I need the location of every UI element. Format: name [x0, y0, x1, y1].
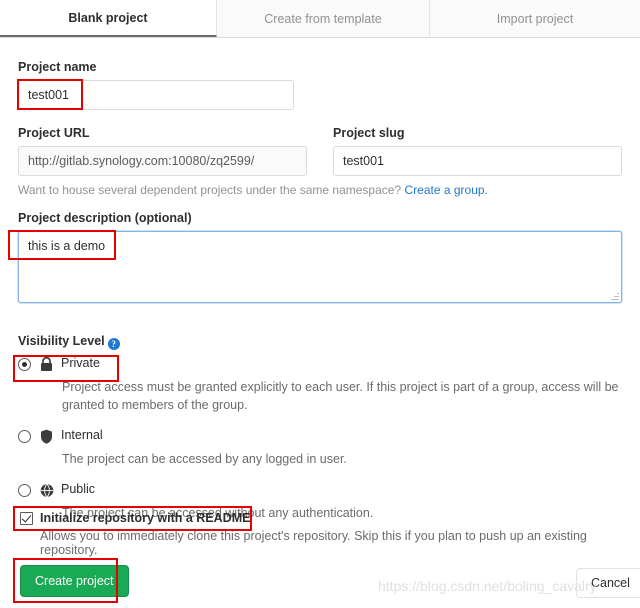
project-description-textarea[interactable]: this is a demo [18, 231, 622, 303]
create-project-button-inner[interactable]: Create project [20, 565, 129, 597]
create-project-page: Blank project Create from template Impor… [0, 0, 640, 608]
project-name-input[interactable]: test001 [18, 80, 294, 110]
radio-public[interactable] [18, 484, 31, 497]
tab-import-project[interactable]: Import project [430, 0, 640, 37]
radio-private[interactable] [18, 358, 31, 371]
create-project-button[interactable]: Create project [20, 565, 129, 597]
project-url-value: http://gitlab.synology.com:10080/zq2599/ [28, 154, 254, 168]
project-slug-group: Project slug test001 [333, 126, 622, 176]
create-project-label: Create project [35, 574, 114, 588]
visibility-internal-description: The project can be accessed by any logge… [62, 450, 622, 468]
project-description-group: Project description (optional) this is a… [18, 211, 622, 303]
project-url-input[interactable]: http://gitlab.synology.com:10080/zq2599/ [18, 146, 307, 176]
readme-checkbox-row[interactable]: Initialize repository with a README [20, 511, 624, 525]
project-type-tabs: Blank project Create from template Impor… [0, 0, 640, 38]
globe-icon [40, 483, 57, 503]
visibility-private-title: Private [61, 356, 100, 370]
namespace-hint: Want to house several dependent projects… [18, 183, 622, 197]
project-url-label: Project URL [18, 126, 307, 140]
project-name-group: Project name test001 [18, 60, 294, 110]
project-description-label: Project description (optional) [18, 211, 622, 225]
radio-internal[interactable] [18, 430, 31, 443]
project-slug-value: test001 [343, 154, 384, 168]
project-name-label: Project name [18, 60, 294, 74]
lock-icon [40, 357, 57, 377]
readme-label: Initialize repository with a README [40, 511, 250, 525]
question-circle-icon[interactable]: ? [108, 338, 120, 350]
cancel-label: Cancel [591, 576, 630, 590]
namespace-hint-text: Want to house several dependent projects… [18, 183, 401, 197]
project-slug-input[interactable]: test001 [333, 146, 622, 176]
project-url-group: Project URL http://gitlab.synology.com:1… [18, 126, 307, 176]
visibility-level-group: Visibility Level? Private Project access… [18, 334, 622, 523]
textarea-resize-handle[interactable] [610, 291, 619, 300]
project-slug-label: Project slug [333, 126, 622, 140]
project-name-value: test001 [28, 88, 69, 102]
visibility-level-label: Visibility Level? [18, 334, 622, 350]
project-description-value: this is a demo [28, 239, 105, 253]
tab-blank-project[interactable]: Blank project [0, 0, 217, 37]
visibility-level-label-text: Visibility Level [18, 334, 105, 348]
visibility-public-title: Public [61, 482, 95, 496]
tab-create-from-template-label: Create from template [264, 12, 381, 26]
shield-icon [40, 429, 57, 449]
tab-create-from-template[interactable]: Create from template [217, 0, 430, 37]
url-slug-row: Project URL http://gitlab.synology.com:1… [18, 126, 622, 197]
visibility-option-private[interactable]: Private Project access must be granted e… [18, 356, 622, 414]
visibility-private-description: Project access must be granted explicitl… [62, 378, 622, 414]
readme-description: Allows you to immediately clone this pro… [40, 529, 624, 557]
create-a-group-link[interactable]: Create a group. [404, 183, 487, 197]
watermark: https://blog.csdn.net/boling_cavalry [378, 578, 597, 594]
readme-group: Initialize repository with a README Allo… [20, 511, 624, 557]
visibility-internal-title: Internal [61, 428, 103, 442]
tab-blank-project-label: Blank project [68, 11, 147, 25]
visibility-option-internal[interactable]: Internal The project can be accessed by … [18, 428, 622, 468]
tab-import-project-label: Import project [497, 12, 573, 26]
readme-checkbox[interactable] [20, 512, 33, 525]
